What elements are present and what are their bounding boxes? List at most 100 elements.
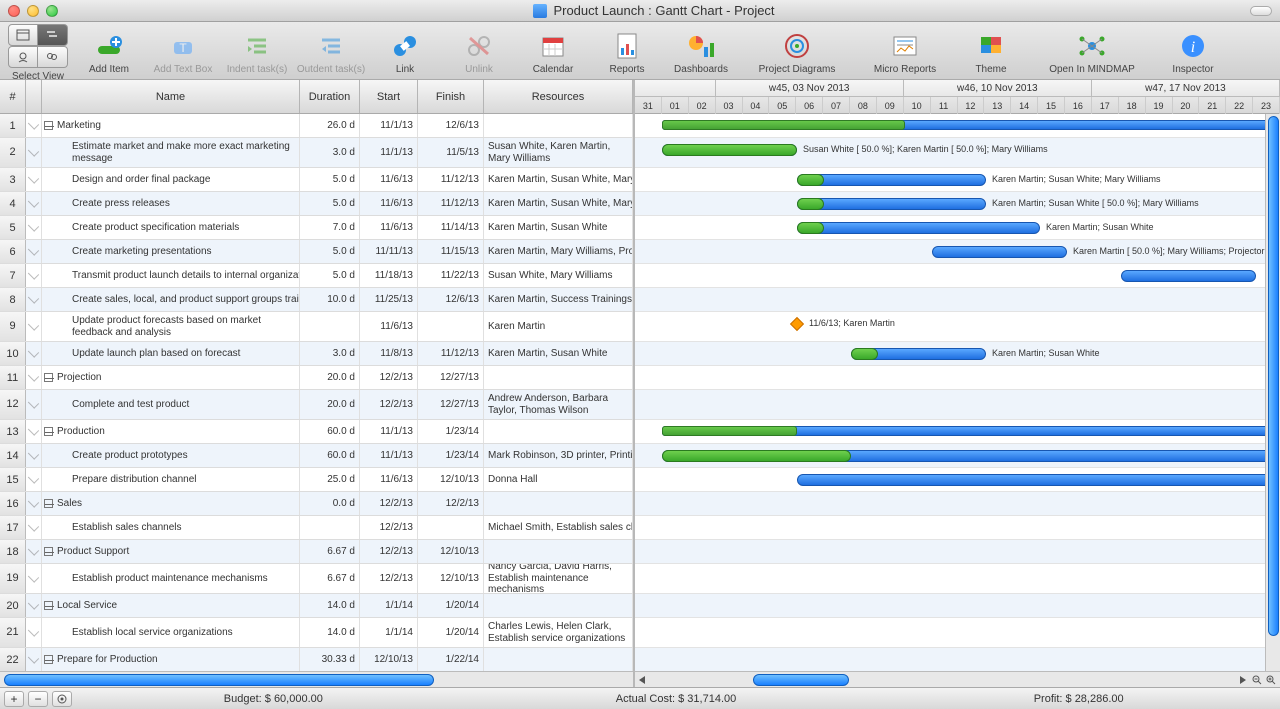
task-duration[interactable]: 0.0 d: [300, 492, 360, 515]
col-resources[interactable]: Resources: [484, 80, 633, 113]
task-finish[interactable]: 12/6/13: [418, 114, 484, 137]
task-resources[interactable]: Susan White, Mary Williams: [484, 264, 633, 287]
task-duration[interactable]: 60.0 d: [300, 444, 360, 467]
task-name[interactable]: Transmit product launch details to inter…: [42, 264, 300, 287]
timeline-row[interactable]: [635, 288, 1265, 312]
task-finish[interactable]: 12/2/13: [418, 492, 484, 515]
task-start[interactable]: 11/1/13: [360, 420, 418, 443]
gantt-task-bar[interactable]: [797, 222, 1040, 234]
predecessor-icon[interactable]: [26, 342, 42, 365]
task-resources[interactable]: Charles Lewis, Helen Clark, Establish se…: [484, 618, 633, 647]
task-resources[interactable]: Karen Martin: [484, 312, 633, 341]
task-finish[interactable]: 11/12/13: [418, 342, 484, 365]
predecessor-icon[interactable]: [26, 114, 42, 137]
predecessor-icon[interactable]: [26, 594, 42, 617]
task-resources[interactable]: [484, 420, 633, 443]
task-resources[interactable]: Donna Hall: [484, 468, 633, 491]
task-duration[interactable]: [300, 312, 360, 341]
task-name[interactable]: Product Support: [42, 540, 300, 563]
task-name[interactable]: Projection: [42, 366, 300, 389]
task-resources[interactable]: Susan White, Karen Martin, Mary Williams: [484, 138, 633, 167]
view-resource-button[interactable]: [8, 46, 38, 68]
task-start[interactable]: 12/2/13: [360, 564, 418, 593]
task-duration[interactable]: 5.0 d: [300, 240, 360, 263]
col-name[interactable]: Name: [42, 80, 300, 113]
link-button[interactable]: Link: [372, 30, 438, 75]
task-finish[interactable]: 1/20/14: [418, 618, 484, 647]
disclosure-icon[interactable]: [44, 547, 53, 556]
table-row[interactable]: 17Establish sales channels12/2/13Michael…: [0, 516, 633, 540]
toolbar-toggle-button[interactable]: [1250, 6, 1272, 16]
predecessor-icon[interactable]: [26, 168, 42, 191]
task-finish[interactable]: 11/12/13: [418, 192, 484, 215]
task-finish[interactable]: 12/10/13: [418, 540, 484, 563]
task-name[interactable]: Establish local service organizations: [42, 618, 300, 647]
task-name[interactable]: Create product specification materials: [42, 216, 300, 239]
add-text-box-button[interactable]: T Add Text Box: [150, 30, 216, 75]
task-resources[interactable]: Karen Martin, Susan White, Mary Williams: [484, 168, 633, 191]
task-start[interactable]: 11/1/13: [360, 444, 418, 467]
predecessor-icon[interactable]: [26, 492, 42, 515]
task-finish[interactable]: 12/27/13: [418, 390, 484, 419]
task-finish[interactable]: 11/14/13: [418, 216, 484, 239]
task-duration[interactable]: 3.0 d: [300, 342, 360, 365]
task-duration[interactable]: 20.0 d: [300, 390, 360, 419]
task-finish[interactable]: 12/10/13: [418, 468, 484, 491]
task-start[interactable]: 11/6/13: [360, 468, 418, 491]
task-duration[interactable]: 5.0 d: [300, 168, 360, 191]
predecessor-icon[interactable]: [26, 138, 42, 167]
task-resources[interactable]: Karen Martin, Susan White, Mary Williams: [484, 192, 633, 215]
predecessor-icon[interactable]: [26, 618, 42, 647]
timeline-row[interactable]: [635, 594, 1265, 618]
dashboards-button[interactable]: Dashboards: [668, 30, 734, 75]
table-row[interactable]: 9Update product forecasts based on marke…: [0, 312, 633, 342]
table-row[interactable]: 14Create product prototypes60.0 d11/1/13…: [0, 444, 633, 468]
col-finish[interactable]: Finish: [418, 80, 484, 113]
task-duration[interactable]: 20.0 d: [300, 366, 360, 389]
task-name[interactable]: Complete and test product: [42, 390, 300, 419]
task-resources[interactable]: Karen Martin, Susan White: [484, 216, 633, 239]
gantt-task-bar[interactable]: [797, 174, 986, 186]
task-name[interactable]: Prepare distribution channel: [42, 468, 300, 491]
task-start[interactable]: 11/18/13: [360, 264, 418, 287]
task-start[interactable]: 12/10/13: [360, 648, 418, 671]
task-finish[interactable]: 11/15/13: [418, 240, 484, 263]
task-finish[interactable]: 1/23/14: [418, 420, 484, 443]
task-start[interactable]: 11/25/13: [360, 288, 418, 311]
table-row[interactable]: 18Product Support6.67 d12/2/1312/10/13: [0, 540, 633, 564]
task-name[interactable]: Prepare for Production: [42, 648, 300, 671]
grid-hscroll[interactable]: [0, 671, 633, 687]
table-row[interactable]: 11Projection20.0 d12/2/1312/27/13: [0, 366, 633, 390]
task-start[interactable]: 12/2/13: [360, 366, 418, 389]
task-start[interactable]: 12/2/13: [360, 540, 418, 563]
predecessor-icon[interactable]: [26, 444, 42, 467]
task-name[interactable]: Marketing: [42, 114, 300, 137]
timeline-row[interactable]: [635, 312, 1265, 342]
timeline-hscroll[interactable]: [635, 671, 1280, 687]
task-resources[interactable]: Karen Martin, Success Trainings corp: [484, 288, 633, 311]
task-finish[interactable]: 11/22/13: [418, 264, 484, 287]
task-finish[interactable]: [418, 516, 484, 539]
view-gantt-button[interactable]: [38, 24, 68, 46]
table-row[interactable]: 3Design and order final package5.0 d11/6…: [0, 168, 633, 192]
predecessor-icon[interactable]: [26, 216, 42, 239]
task-duration[interactable]: 6.67 d: [300, 564, 360, 593]
timeline-row[interactable]: [635, 648, 1265, 672]
task-start[interactable]: 11/6/13: [360, 168, 418, 191]
task-finish[interactable]: 11/5/13: [418, 138, 484, 167]
col-start[interactable]: Start: [360, 80, 418, 113]
task-name[interactable]: Create press releases: [42, 192, 300, 215]
task-name[interactable]: Update launch plan based on forecast: [42, 342, 300, 365]
task-duration[interactable]: 3.0 d: [300, 138, 360, 167]
task-name[interactable]: Design and order final package: [42, 168, 300, 191]
add-item-button[interactable]: Add Item: [76, 30, 142, 75]
task-resources[interactable]: Karen Martin, Susan White: [484, 342, 633, 365]
task-start[interactable]: 11/1/13: [360, 138, 418, 167]
indent-button[interactable]: Indent task(s): [224, 30, 290, 75]
open-mindmap-button[interactable]: Open In MINDMAP: [1032, 30, 1152, 75]
table-row[interactable]: 19Establish product maintenance mechanis…: [0, 564, 633, 594]
predecessor-icon[interactable]: [26, 288, 42, 311]
timeline-body[interactable]: Susan White [ 50.0 %]; Karen Martin [ 50…: [635, 114, 1280, 671]
table-row[interactable]: 2Estimate market and make more exact mar…: [0, 138, 633, 168]
micro-reports-button[interactable]: Micro Reports: [860, 30, 950, 75]
